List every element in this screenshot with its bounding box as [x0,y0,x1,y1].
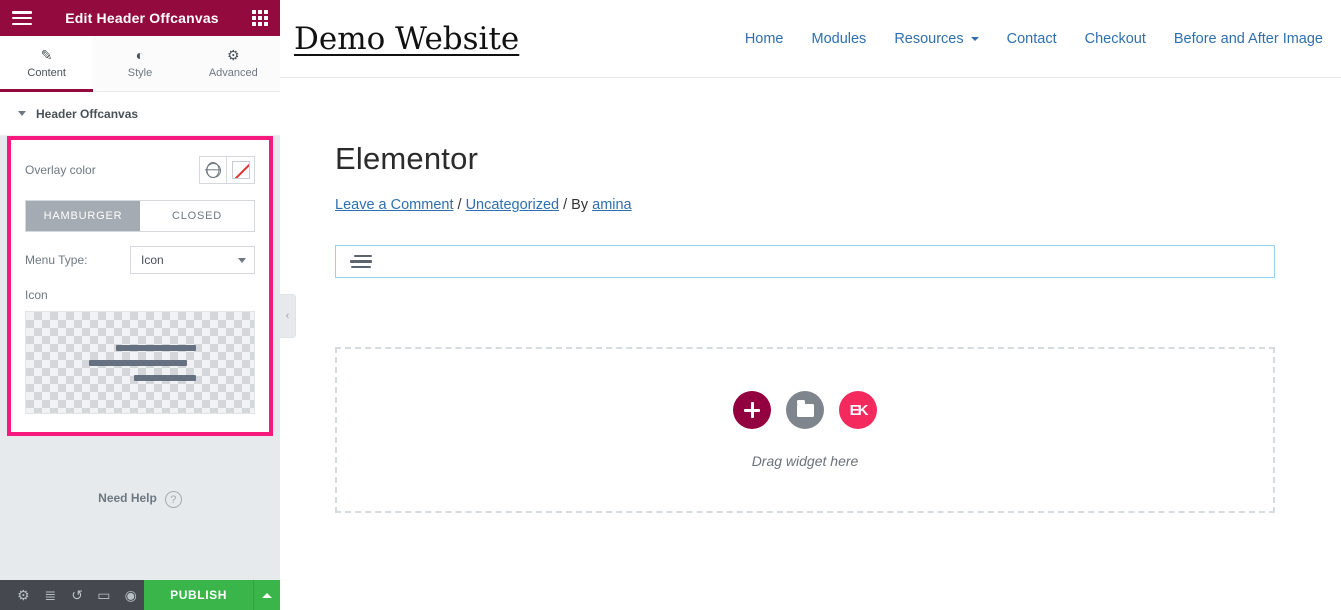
leave-a-comment-link[interactable]: Leave a Comment [335,197,453,213]
offcanvas-hamburger-widget[interactable] [335,245,1275,278]
tab-advanced[interactable]: ⚙ Advanced [186,36,280,91]
menu-type-value: Icon [141,253,164,267]
hamburger-bar-top [116,344,196,351]
tab-content[interactable]: ✎ Content [0,36,94,92]
elementor-kit-icon: EK [849,401,869,419]
state-toggle: HAMBURGER CLOSED [25,200,255,232]
widgets-grid-icon[interactable] [252,10,268,26]
tab-advanced-label: Advanced [208,67,258,79]
gear-icon: ⚙ [227,47,240,63]
question-mark-icon[interactable]: ? [164,491,182,508]
folder-icon [796,400,814,417]
meta-separator-2: / [559,197,572,213]
site-title[interactable]: Demo Website [294,21,519,57]
section-header-offcanvas[interactable]: Header Offcanvas [0,92,280,136]
hamburger-menu-icon[interactable] [12,11,32,25]
panel-header: Edit Header Offcanvas [0,0,280,36]
nav-item-home-label: Home [744,30,784,47]
tab-content-label: Content [27,67,66,79]
chevron-down-icon [238,257,246,263]
nav-item-home[interactable]: Home [745,31,784,47]
dropzone-label: Drag widget here [751,453,859,469]
nav-item-before-and-after-image-label: Before and After Image [1173,30,1323,47]
site-header: Demo Website Home Modules Resources Cont… [280,0,1341,78]
panel-collapse-handle[interactable]: ‹ [280,294,296,338]
global-colors-button[interactable] [199,156,227,184]
controls-group-highlighted: Overlay color HAMBURGER CLOSED Menu Type… [7,136,273,436]
meta-separator-1: / [453,197,466,213]
add-template-folder-button[interactable] [786,391,824,429]
icon-field-label: Icon [25,288,48,302]
panel-title: Edit Header Offcanvas [65,10,219,26]
menu-type-label: Menu Type: [25,253,88,267]
nav-item-modules[interactable]: Modules [812,31,867,47]
history-revisions-icon[interactable]: ↺ [64,580,91,610]
nav-item-contact[interactable]: Contact [1007,31,1057,47]
post-meta: Leave a Comment / Uncategorized / By ami… [335,197,1341,213]
tab-style[interactable]: ◐ Style [93,36,187,91]
elementor-editor: Edit Header Offcanvas ✎ Content ◐ Style … [0,0,1341,610]
chevron-down-icon [970,36,979,41]
editor-panel: Edit Header Offcanvas ✎ Content ◐ Style … [0,0,281,610]
navigator-layers-icon[interactable]: ≣ [37,580,64,610]
widget-dropzone[interactable]: EK Drag widget here [335,347,1275,513]
nav-item-checkout[interactable]: Checkout [1085,31,1146,47]
no-color-swatch-icon [231,161,250,179]
site-body: Elementor Leave a Comment / Uncategorize… [280,141,1341,513]
section-title-label: Header Offcanvas [36,106,139,121]
icon-preview[interactable] [25,311,255,414]
preview-eye-icon[interactable]: ◉ [117,580,144,610]
globe-icon [205,162,221,178]
need-help-label: Need Help [98,491,157,505]
panel-tabs: ✎ Content ◐ Style ⚙ Advanced [0,36,280,92]
nav-item-before-and-after-image[interactable]: Before and After Image [1174,31,1323,47]
dropzone-buttons: EK [733,391,877,429]
publish-button[interactable]: PUBLISH [144,580,254,610]
need-help: Need Help ? [0,436,280,580]
tab-style-label: Style [127,67,153,79]
nav-item-modules-label: Modules [811,30,867,47]
hamburger-bar-middle [89,359,187,366]
menu-type-row: Menu Type: Icon [25,246,255,274]
author-link[interactable]: amina [592,197,632,213]
toggle-hamburger[interactable]: HAMBURGER [26,201,140,231]
overlay-color-label: Overlay color [25,163,96,177]
overlay-color-row: Overlay color [25,156,255,184]
plus-icon [744,402,760,418]
website-preview-canvas: Demo Website Home Modules Resources Cont… [280,0,1341,610]
nav-item-resources-label: Resources [894,30,964,47]
contrast-circle-icon: ◐ [135,47,145,63]
elementor-kit-button[interactable]: EK [839,391,877,429]
add-section-button[interactable] [733,391,771,429]
toggle-closed[interactable]: CLOSED [140,201,254,231]
chevron-up-icon [262,592,273,598]
pencil-icon: ✎ [40,47,53,63]
nav-item-resources[interactable]: Resources [894,30,979,47]
hamburger-bar-bottom [134,374,196,381]
category-link[interactable]: Uncategorized [466,197,560,213]
hamburger-icon [350,254,372,269]
chevron-down-icon [18,111,26,116]
meta-by-prefix: By [571,197,593,213]
menu-type-select[interactable]: Icon [130,246,255,274]
nav-item-checkout-label: Checkout [1084,30,1146,47]
settings-gear-icon[interactable]: ⚙ [10,580,37,610]
color-swatch-button[interactable] [227,156,255,184]
page-title: Elementor [335,141,479,176]
panel-footer: ⚙ ≣ ↺ ▭ ◉ PUBLISH [0,580,281,610]
nav-item-contact-label: Contact [1006,30,1057,47]
responsive-mode-icon[interactable]: ▭ [90,580,117,610]
site-nav: Home Modules Resources Contact Checkout … [745,31,1323,47]
overlay-color-controls [199,156,255,184]
publish-options-button[interactable] [253,580,281,610]
